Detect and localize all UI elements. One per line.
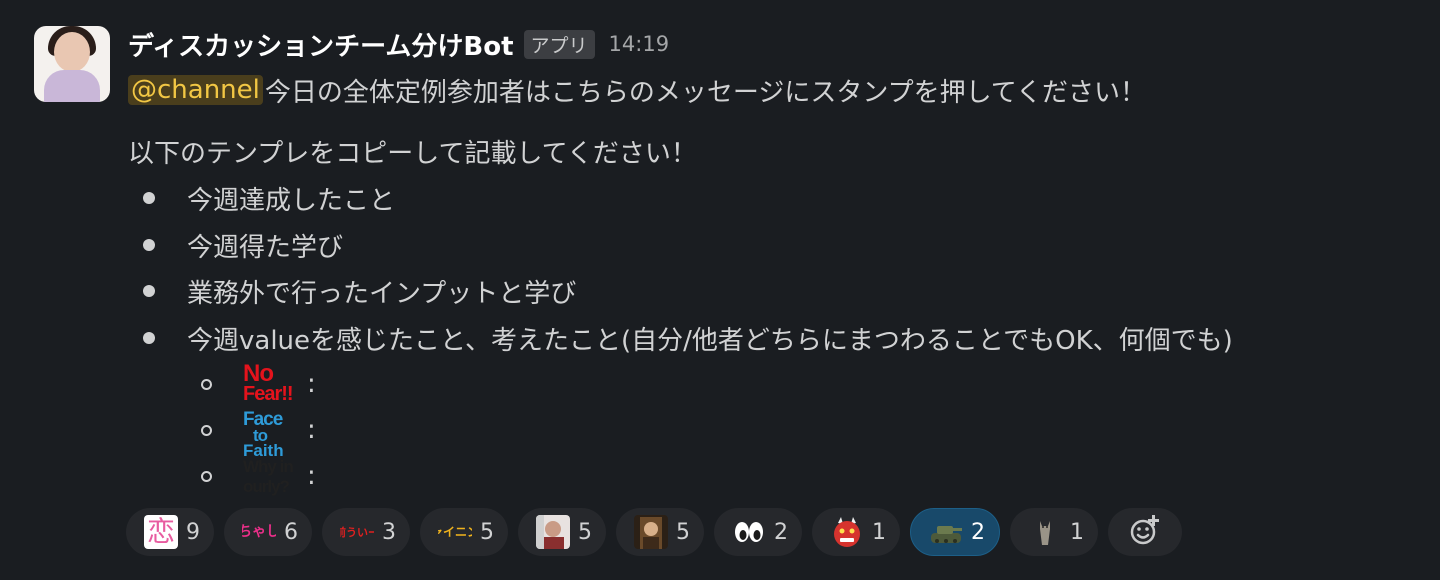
eyes-emoji-icon xyxy=(732,515,766,549)
reactions-bar: 恋 9 ちゃし 6 気前ういーね 3 シャイニング 5 5 xyxy=(126,508,1182,556)
bullet-item: 今週valueを感じたこと、考えたこと(自分/他者どちらにまつわることでもOK、… xyxy=(143,318,1233,358)
face-to-faith-stamp[interactable]: Face to Faith xyxy=(243,410,299,459)
avatar-face xyxy=(54,32,90,72)
stamp-text: Why in xyxy=(243,457,294,476)
reaction-tank[interactable]: 2 xyxy=(910,508,1000,556)
bullet-dot xyxy=(143,239,155,251)
sub-bullet-item: No Fear!! : xyxy=(201,362,316,405)
sender-name[interactable]: ディスカッションチーム分けBot xyxy=(128,26,514,63)
colon: : xyxy=(307,369,316,399)
bullet-item: 今週得た学び xyxy=(143,225,343,265)
app-badge: アプリ xyxy=(523,29,595,59)
add-reaction-icon xyxy=(1128,513,1162,551)
sub-bullet-circle xyxy=(201,470,212,482)
bullet-text: 今週valueを感じたこと、考えたこと(自分/他者どちらにまつわることでもOK、… xyxy=(187,325,1233,356)
reaction-portrait-photo[interactable]: 5 xyxy=(616,508,704,556)
message-line-1-text: 今日の全体定例参加者はこちらのメッセージにスタンプを押してください！ xyxy=(264,77,1147,108)
bullet-text: 業務外で行ったインプットと学び xyxy=(187,278,577,309)
message-timestamp[interactable]: 14:19 xyxy=(609,32,670,56)
reaction-count: 3 xyxy=(382,519,396,545)
bullet-text: 今週達成したこと xyxy=(187,185,396,216)
reaction-count: 2 xyxy=(971,519,985,545)
reaction-koi[interactable]: 恋 9 xyxy=(126,508,214,556)
bullet-item: 業務外で行ったインプットと学び xyxy=(143,271,576,311)
message-line-1: @channel 今日の全体定例参加者はこちらのメッセージにスタンプを押してくだ… xyxy=(128,70,1146,110)
avatar-body xyxy=(44,70,100,102)
bullet-dot xyxy=(143,192,155,204)
reaction-ogre[interactable]: 1 xyxy=(812,508,900,556)
channel-mention[interactable]: @channel xyxy=(128,75,263,105)
reaction-count: 6 xyxy=(284,519,298,545)
colon: : xyxy=(307,461,316,491)
kimae-emoji-icon: 気前ういーね xyxy=(340,525,374,539)
message-header: ディスカッションチーム分けBot アプリ 14:19 xyxy=(128,24,669,64)
koi-emoji-icon: 恋 xyxy=(144,515,178,549)
reaction-shining[interactable]: シャイニング 5 xyxy=(420,508,508,556)
bullet-item: 今週達成したこと xyxy=(143,178,395,218)
reaction-count: 5 xyxy=(480,519,494,545)
chashi-emoji-icon: ちゃし xyxy=(242,524,276,540)
message: ディスカッションチーム分けBot アプリ 14:19 @channel 今日の全… xyxy=(0,0,1440,580)
reaction-chashi[interactable]: ちゃし 6 xyxy=(224,508,312,556)
sub-bullet-item: Why in ourly? : xyxy=(201,456,316,496)
portrait-photo-icon xyxy=(634,515,668,549)
reaction-person-photo[interactable]: 5 xyxy=(518,508,606,556)
reaction-count: 1 xyxy=(1070,519,1084,545)
tank-icon xyxy=(929,515,963,549)
reaction-count: 2 xyxy=(774,519,788,545)
add-reaction-button[interactable] xyxy=(1108,508,1182,556)
reaction-eyes[interactable]: 2 xyxy=(714,508,802,556)
stamp-text: ourly? xyxy=(243,477,290,496)
ogre-emoji-icon xyxy=(830,515,864,549)
reaction-count: 5 xyxy=(578,519,592,545)
bullet-dot xyxy=(143,285,155,297)
reaction-cat[interactable]: 1 xyxy=(1010,508,1098,556)
sub-bullet-item: Face to Faith : xyxy=(201,410,316,459)
sub-bullet-circle xyxy=(201,378,212,390)
bullet-dot xyxy=(143,332,155,344)
reaction-count: 1 xyxy=(872,519,886,545)
reaction-count: 9 xyxy=(186,519,200,545)
reaction-kimae[interactable]: 気前ういーね 3 xyxy=(322,508,410,556)
bullet-text: 今週得た学び xyxy=(187,232,344,263)
no-fear-stamp[interactable]: No Fear!! xyxy=(243,362,299,405)
sub-bullet-circle xyxy=(201,424,212,436)
person-photo-icon xyxy=(536,515,570,549)
shining-emoji-icon: シャイニング xyxy=(438,525,472,539)
why-in-ourly-stamp[interactable]: Why in ourly? xyxy=(243,456,299,496)
message-line-2: 以下のテンプレをコピーして記載してください！ xyxy=(128,139,697,169)
stamp-text: Fear!! xyxy=(243,383,294,405)
bot-avatar[interactable] xyxy=(34,26,110,102)
reaction-count: 5 xyxy=(676,519,690,545)
cat-icon xyxy=(1028,515,1062,549)
